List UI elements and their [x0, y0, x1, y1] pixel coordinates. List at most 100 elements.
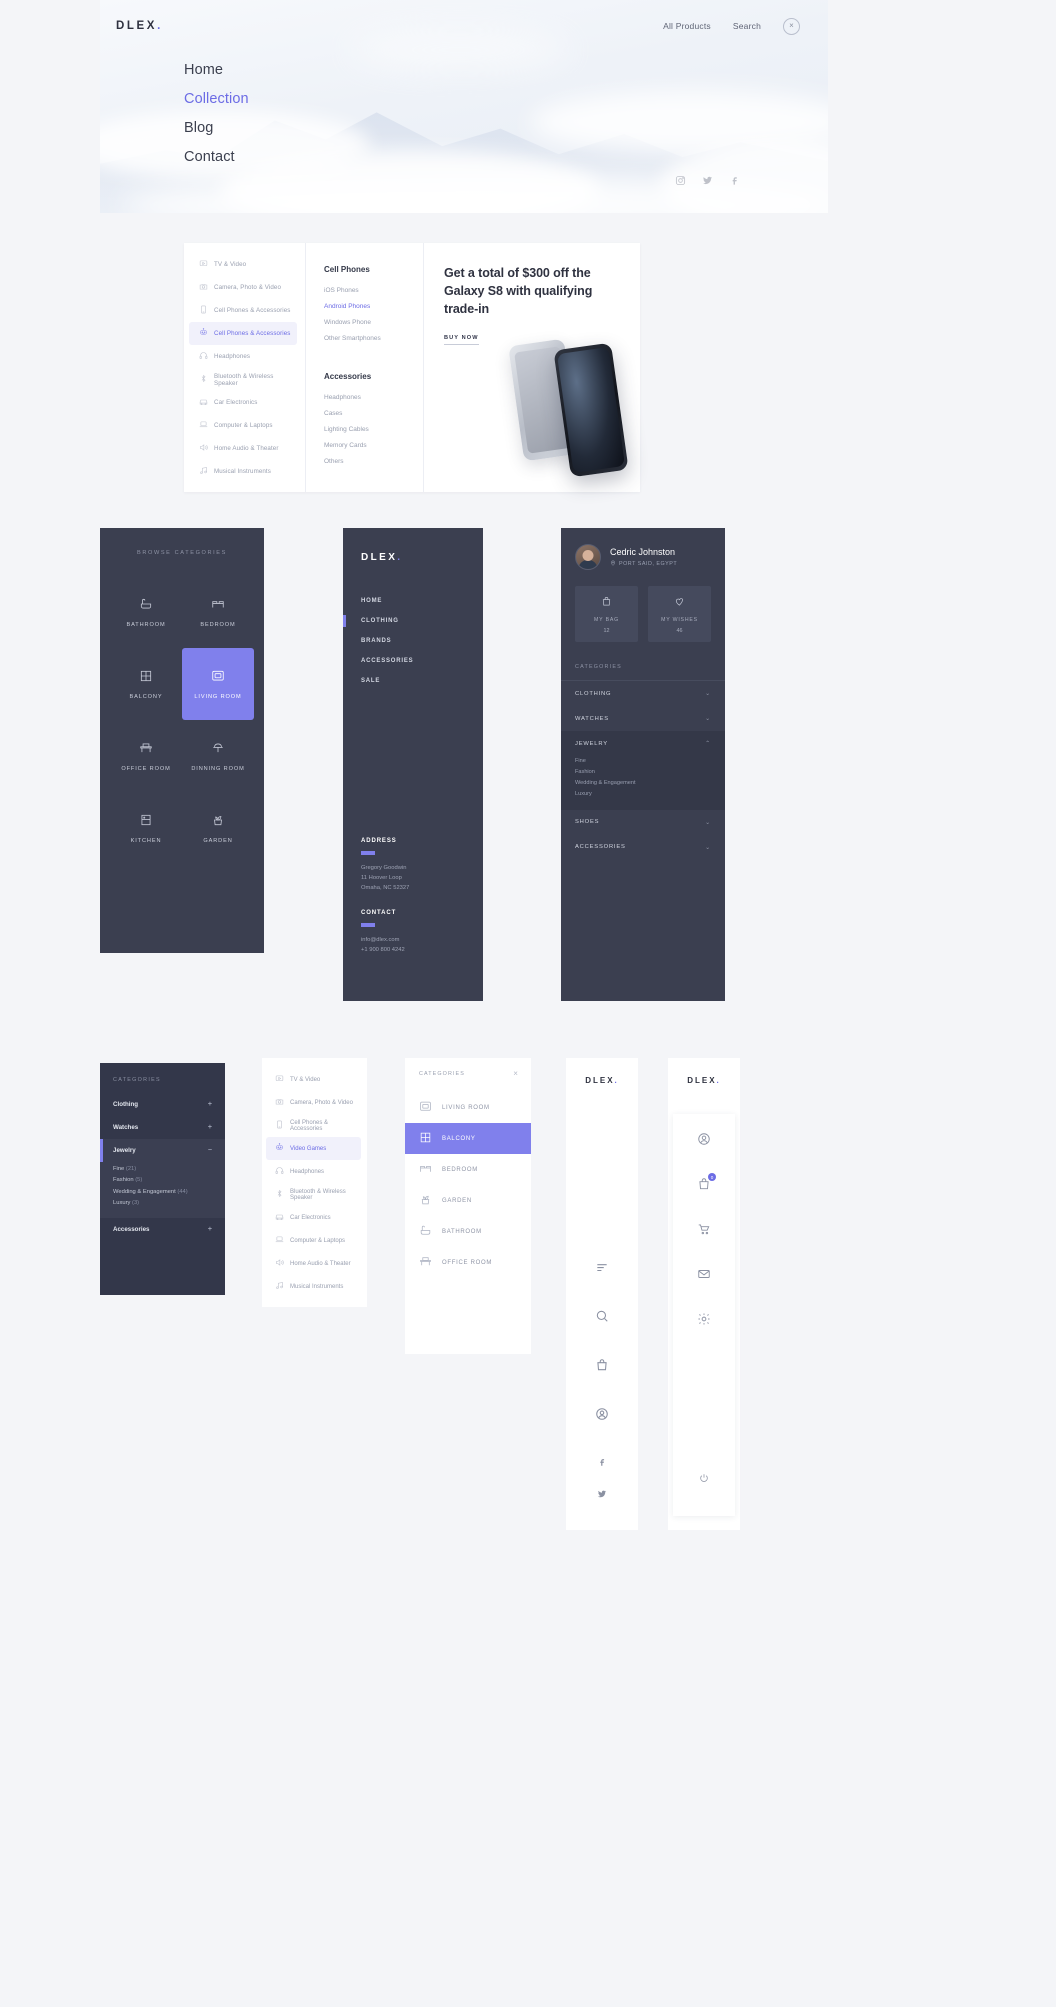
- browse-item-balcony[interactable]: BALCONY: [110, 648, 182, 720]
- close-icon[interactable]: ×: [783, 17, 800, 35]
- cat-dark-row-clothing[interactable]: Clothing +: [100, 1093, 225, 1116]
- rail-a-logo[interactable]: DLEX.: [566, 1058, 638, 1085]
- contact-block: CONTACT info@dlex.com +1 900 800 4242: [361, 910, 405, 955]
- sub-item-android-phones[interactable]: Android Phones: [324, 303, 423, 310]
- mega-cat-headphones[interactable]: Headphones: [189, 345, 297, 368]
- room-row-bedroom[interactable]: BEDROOM: [405, 1154, 531, 1185]
- mega-cat-musical-instruments[interactable]: Musical Instruments: [189, 460, 297, 483]
- room-row-living-room[interactable]: LIVING ROOM: [405, 1092, 531, 1123]
- accordion-subitem-fine[interactable]: Fine: [575, 756, 711, 767]
- twitter-icon[interactable]: [597, 1486, 607, 1504]
- white-row-computer-laptops[interactable]: Computer & Laptops: [266, 1229, 361, 1252]
- facebook-icon[interactable]: [597, 1454, 607, 1472]
- sub-item-memory-cards[interactable]: Memory Cards: [324, 442, 423, 449]
- browse-item-bathroom[interactable]: BATHROOM: [110, 576, 182, 648]
- white-row-video-games[interactable]: Video Games: [266, 1137, 361, 1160]
- browse-item-garden[interactable]: GARDEN: [182, 792, 254, 864]
- gear-icon[interactable]: [697, 1312, 711, 1331]
- sub-item-windows-phone[interactable]: Windows Phone: [324, 319, 423, 326]
- phone-product-image: [502, 322, 629, 482]
- navcard-item-home[interactable]: HOME: [361, 591, 483, 611]
- accordion-subitem-luxury[interactable]: Luxury: [575, 789, 711, 800]
- navcard-logo[interactable]: DLEX.: [361, 552, 483, 563]
- hero-nav-contact[interactable]: Contact: [184, 149, 249, 165]
- browse-item-bedroom[interactable]: BEDROOM: [182, 576, 254, 648]
- white-row-home-audio[interactable]: Home Audio & Theater: [266, 1252, 361, 1275]
- all-products-link[interactable]: All Products: [663, 21, 711, 31]
- white-row-headphones[interactable]: Headphones: [266, 1160, 361, 1183]
- contact-email[interactable]: info@dlex.com: [361, 935, 405, 945]
- browse-item-living-room[interactable]: LIVING ROOM: [182, 648, 254, 720]
- room-row-balcony[interactable]: BALCONY: [405, 1123, 531, 1154]
- accordion-subitem-fashion[interactable]: Fashion: [575, 767, 711, 778]
- user-icon[interactable]: [697, 1132, 711, 1151]
- white-row-musical-instruments[interactable]: Musical Instruments: [266, 1275, 361, 1298]
- navcard-item-brands[interactable]: BRANDS: [361, 631, 483, 651]
- hero-nav-blog[interactable]: Blog: [184, 120, 249, 136]
- cat-dark-subitem-luxury[interactable]: Luxury (3): [113, 1198, 212, 1209]
- sub-item-other-smartphones[interactable]: Other Smartphones: [324, 335, 423, 342]
- address-line-1: Gregory Goodwin: [361, 865, 407, 871]
- accordion-subitem-wedding[interactable]: Wedding & Engagement: [575, 778, 711, 789]
- browse-item-dinning-room[interactable]: DINNING ROOM: [182, 720, 254, 792]
- white-row-car-electronics[interactable]: Car Electronics: [266, 1206, 361, 1229]
- white-row-cell-phones[interactable]: Cell Phones & Accessories: [266, 1114, 361, 1137]
- close-icon[interactable]: ×: [513, 1070, 519, 1078]
- cat-dark-row-watches[interactable]: Watches +: [100, 1116, 225, 1139]
- mail-icon[interactable]: [697, 1267, 711, 1286]
- white-row-camera[interactable]: Camera, Photo & Video: [266, 1091, 361, 1114]
- hero-nav-home[interactable]: Home: [184, 62, 249, 78]
- sub-item-lighting-cables[interactable]: Lighting Cables: [324, 426, 423, 433]
- facebook-icon[interactable]: [729, 173, 740, 191]
- hero-nav-collection[interactable]: Collection: [184, 91, 249, 107]
- white-row-tv-video[interactable]: TV & Video: [266, 1068, 361, 1091]
- twitter-icon[interactable]: [702, 173, 713, 191]
- accordion-row-watches[interactable]: WATCHES ⌄: [561, 706, 725, 731]
- stat-my-wishes[interactable]: MY WISHES 46: [648, 586, 711, 642]
- navcard-item-sale[interactable]: SALE: [361, 671, 483, 691]
- room-row-office-room[interactable]: OFFICE ROOM: [405, 1247, 531, 1278]
- rail-b-logo[interactable]: DLEX.: [668, 1058, 740, 1085]
- instagram-icon[interactable]: [675, 173, 686, 191]
- search-icon[interactable]: [595, 1309, 609, 1328]
- browse-item-kitchen[interactable]: KITCHEN: [110, 792, 182, 864]
- bag-icon[interactable]: [595, 1358, 609, 1377]
- sub-item-cases[interactable]: Cases: [324, 410, 423, 417]
- bag-icon[interactable]: 0: [697, 1173, 716, 1196]
- accordion-row-clothing[interactable]: CLOTHING ⌄: [561, 681, 725, 706]
- cat-dark-row-accessories[interactable]: Accessories +: [100, 1218, 225, 1241]
- cart-icon[interactable]: [697, 1222, 711, 1241]
- sub-item-headphones[interactable]: Headphones: [324, 394, 423, 401]
- user-icon[interactable]: [595, 1407, 609, 1426]
- navcard-item-clothing[interactable]: CLOTHING: [343, 611, 483, 631]
- cat-dark-subitem-fashion[interactable]: Fashion (5): [113, 1175, 212, 1186]
- mega-cat-computer-laptops[interactable]: Computer & Laptops: [189, 414, 297, 437]
- buy-now-button[interactable]: BUY NOW: [444, 335, 479, 346]
- browse-item-office-room[interactable]: OFFICE ROOM: [110, 720, 182, 792]
- mega-cat-car-electronics[interactable]: Car Electronics: [189, 391, 297, 414]
- white-row-bluetooth[interactable]: Bluetooth & Wireless Speaker: [266, 1183, 361, 1206]
- accordion-row-shoes[interactable]: SHOES ⌄: [561, 810, 725, 835]
- mega-cat-cell-phones-active[interactable]: Cell Phones & Accessories: [189, 322, 297, 345]
- accordion-row-jewelry[interactable]: JEWELRY ⌃: [561, 731, 725, 756]
- mega-cat-bluetooth[interactable]: Bluetooth & Wireless Speaker: [189, 368, 297, 391]
- navcard-item-accessories[interactable]: ACCESSORIES: [361, 651, 483, 671]
- mega-cat-home-audio[interactable]: Home Audio & Theater: [189, 437, 297, 460]
- accordion-row-accessories[interactable]: ACCESSORIES ⌄: [561, 835, 725, 860]
- stat-my-bag[interactable]: MY BAG 12: [575, 586, 638, 642]
- cat-dark-subitem-fine[interactable]: Fine (21): [113, 1164, 212, 1175]
- power-icon[interactable]: [699, 1470, 709, 1488]
- mega-cat-camera[interactable]: Camera, Photo & Video: [189, 276, 297, 299]
- cat-dark-subitem-wedding[interactable]: Wedding & Engagement (44): [113, 1187, 212, 1198]
- brand-logo[interactable]: DLEX.: [116, 20, 163, 32]
- room-row-bathroom[interactable]: BATHROOM: [405, 1216, 531, 1247]
- sub-item-others[interactable]: Others: [324, 458, 423, 465]
- room-row-garden[interactable]: GARDEN: [405, 1185, 531, 1216]
- menu-icon[interactable]: [595, 1260, 609, 1279]
- search-link[interactable]: Search: [733, 21, 761, 31]
- cat-dark-row-jewelry[interactable]: Jewelry −: [100, 1139, 225, 1162]
- mega-cat-cell-phones[interactable]: Cell Phones & Accessories: [189, 299, 297, 322]
- sub-item-ios-phones[interactable]: iOS Phones: [324, 287, 423, 294]
- mega-cat-tv-video[interactable]: TV & Video: [189, 253, 297, 276]
- contact-phone[interactable]: +1 900 800 4242: [361, 945, 405, 955]
